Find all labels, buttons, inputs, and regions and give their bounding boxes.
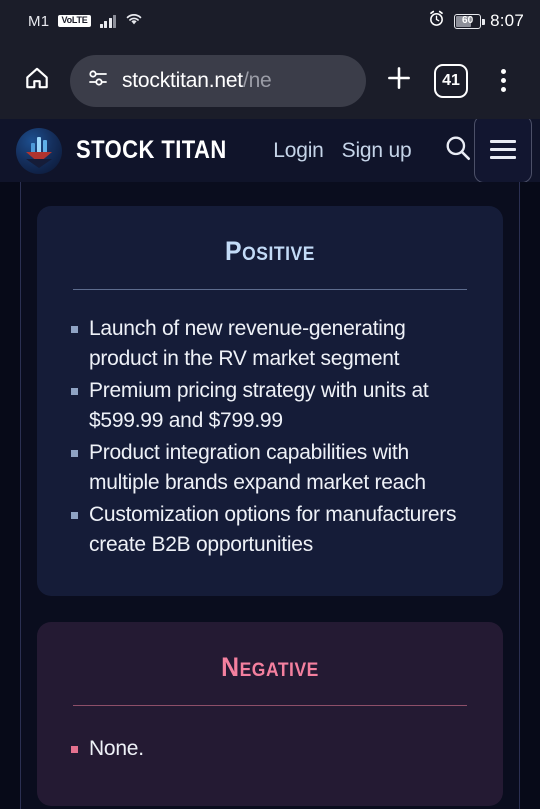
browser-menu-button[interactable] (480, 58, 526, 104)
tab-count-badge: 41 (434, 63, 468, 98)
home-icon (23, 64, 51, 97)
page-gutter-left (0, 182, 20, 809)
page-content: Positive Launch of new revenue-generatin… (21, 182, 519, 806)
alarm-clock-icon (428, 10, 445, 32)
header-nav: Login Sign up (273, 133, 473, 168)
negative-card-divider (73, 705, 467, 706)
battery-icon: 60 (454, 13, 485, 29)
page-settings-icon[interactable] (86, 68, 110, 93)
positive-card-divider (73, 289, 467, 290)
signup-link[interactable]: Sign up (342, 139, 412, 163)
negative-bullet-list: None. (63, 734, 477, 764)
brand-name[interactable]: STOCK TITAN (76, 136, 227, 165)
tab-switcher-button[interactable]: 41 (428, 58, 474, 104)
volte-badge: VoLTE (58, 15, 91, 27)
positive-bullet-list: Launch of new revenue-generating product… (63, 314, 477, 560)
list-item: Product integration capabilities with mu… (63, 438, 477, 498)
new-tab-button[interactable] (376, 58, 422, 104)
url-bar[interactable]: stocktitan.net/ne (70, 54, 366, 107)
list-item: Launch of new revenue-generating product… (63, 314, 477, 374)
page-body: Positive Launch of new revenue-generatin… (0, 182, 540, 809)
kebab-menu-icon (500, 69, 506, 92)
hamburger-menu-button[interactable] (474, 119, 532, 182)
url-text: stocktitan.net/ne (122, 69, 272, 93)
negative-card-title: Negative (221, 652, 319, 682)
list-item: Premium pricing strategy with units at $… (63, 376, 477, 436)
status-bar-right: 60 8:07 (428, 10, 524, 32)
status-bar-left: M1 VoLTE (28, 12, 143, 31)
phone-screen: M1 VoLTE 60 8:07 stocktitan.net/ne 41 ST… (0, 0, 540, 809)
home-button[interactable] (14, 58, 60, 104)
signal-bars-icon (99, 14, 117, 28)
positive-card: Positive Launch of new revenue-generatin… (37, 206, 503, 596)
wifi-icon (125, 12, 143, 31)
url-path: /ne (242, 68, 272, 92)
stock-titan-logo-icon[interactable] (16, 127, 62, 174)
negative-card: Negative None. (37, 622, 503, 806)
search-icon (443, 133, 473, 168)
battery-level-label: 60 (462, 15, 474, 26)
clock-label: 8:07 (490, 11, 524, 30)
positive-card-title: Positive (225, 236, 315, 266)
url-host: stocktitan.net (122, 68, 243, 92)
page-rail-right (519, 182, 520, 809)
page-gutter-right (520, 182, 540, 809)
search-button[interactable] (443, 133, 473, 168)
browser-toolbar: stocktitan.net/ne 41 (0, 42, 540, 119)
plus-icon (384, 63, 414, 98)
list-item: None. (63, 734, 477, 764)
site-header: STOCK TITAN Login Sign up (0, 119, 540, 182)
list-item: Customization options for manufacturers … (63, 500, 477, 560)
logo-chevron-dark (26, 158, 52, 168)
carrier-label: M1 (28, 12, 50, 30)
status-bar: M1 VoLTE 60 8:07 (0, 0, 540, 42)
login-link[interactable]: Login (273, 139, 324, 163)
hamburger-menu-icon (490, 139, 516, 159)
